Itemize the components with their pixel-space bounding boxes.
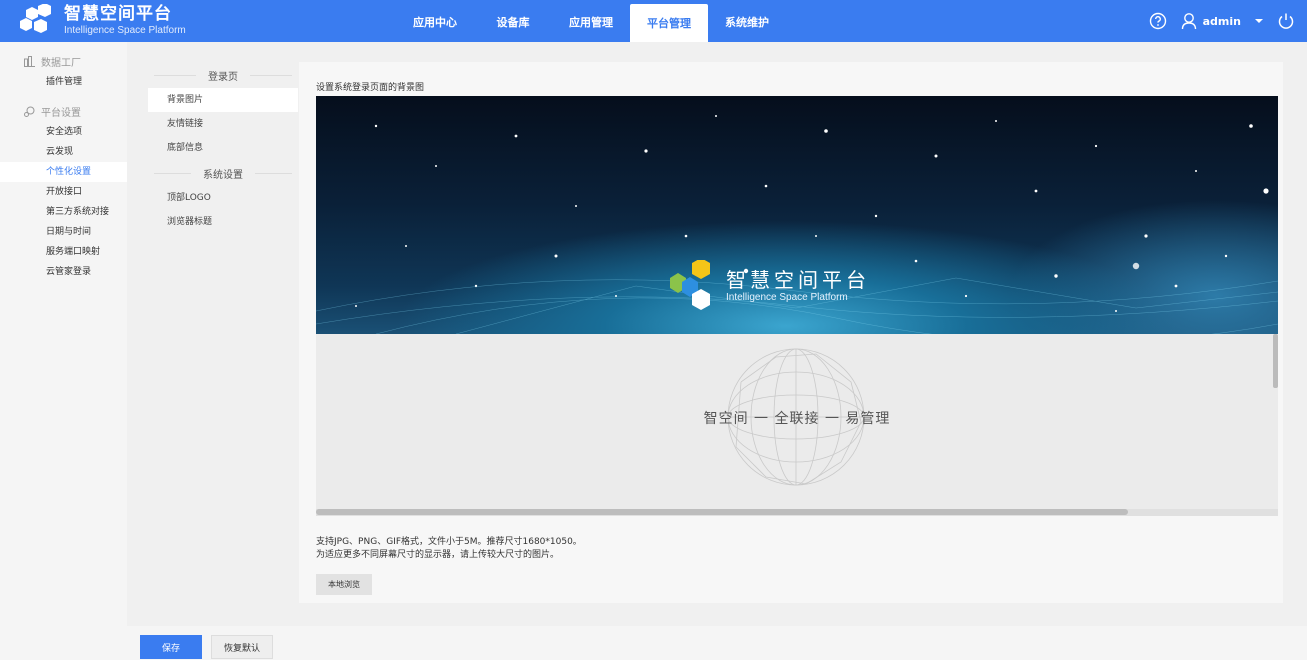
sidebar-item-personalization[interactable]: 个性化设置: [0, 162, 127, 182]
submenu-item-footer-info[interactable]: 底部信息: [148, 136, 298, 160]
main-nav: 应用中心 设备库 应用管理 平台管理 系统维护: [396, 0, 786, 42]
upload-hint-line2: 为适应更多不同屏幕尺寸的显示器，请上传较大尺寸的图片。: [316, 550, 560, 560]
nav-platform-management[interactable]: 平台管理: [630, 4, 708, 42]
help-icon[interactable]: [1149, 12, 1167, 30]
logo-icon: [20, 4, 51, 33]
caret-down-icon[interactable]: [1255, 17, 1263, 25]
sidebar-item-security-options[interactable]: 安全选项: [0, 122, 127, 142]
submenu-section-label: 系统设置: [203, 169, 243, 181]
upload-hint-line1: 支持JPG、PNG、GIF格式，文件小于5M。推荐尺寸1680*1050。: [316, 537, 582, 547]
background-preview[interactable]: 智慧空间平台 Intelligence Space Platform 智空间 一…: [316, 96, 1278, 516]
sidebar-item-open-api[interactable]: 开放接口: [0, 182, 127, 202]
nav-app-center[interactable]: 应用中心: [396, 0, 474, 42]
sidebar-group-label: 数据工厂: [41, 57, 81, 69]
reset-default-button[interactable]: 恢复默认: [211, 635, 273, 659]
sidebar-item-date-time[interactable]: 日期与时间: [0, 222, 127, 242]
banner-subtitle: Intelligence Space Platform: [726, 292, 848, 303]
submenu-item-friend-links[interactable]: 友情链接: [148, 112, 298, 136]
brand[interactable]: 智慧空间平台 Intelligence Space Platform: [18, 4, 186, 38]
preview-banner-image: 智慧空间平台 Intelligence Space Platform: [316, 96, 1278, 334]
settings-submenu: 登录页 背景图片 友情链接 底部信息 系统设置 顶部LOGO 浏览器标题: [148, 62, 298, 603]
banner-logo-icon: [670, 260, 710, 310]
upload-hint: 支持JPG、PNG、GIF格式，文件小于5M。推荐尺寸1680*1050。 为适…: [316, 536, 582, 562]
slogan-text: 智空间 一 全联接 一 易管理: [703, 411, 891, 427]
background-settings-panel: 设置系统登录页面的背景图 智慧空间平台 Intelligence Space P…: [299, 62, 1283, 603]
nav-app-management[interactable]: 应用管理: [552, 0, 630, 42]
sidebar-item-plugin-management[interactable]: 插件管理: [0, 72, 127, 92]
app-title: 智慧空间平台: [64, 4, 172, 24]
panel-title: 设置系统登录页面的背景图: [316, 83, 425, 93]
horizontal-scrollbar-track[interactable]: [316, 509, 1278, 516]
horizontal-scrollbar-thumb[interactable]: [316, 509, 1128, 515]
submenu-item-browser-title[interactable]: 浏览器标题: [148, 210, 298, 234]
save-button[interactable]: 保存: [140, 635, 202, 659]
banner-title: 智慧空间平台: [726, 268, 870, 292]
sidebar-item-port-mapping[interactable]: 服务端口映射: [0, 242, 127, 262]
sidebar-group-data-factory[interactable]: 数据工厂: [0, 50, 127, 72]
nav-system-maintenance[interactable]: 系统维护: [708, 0, 786, 42]
top-bar: 智慧空间平台 Intelligence Space Platform 应用中心 …: [0, 0, 1307, 42]
sidebar-item-cloud-login[interactable]: 云管家登录: [0, 262, 127, 282]
app-subtitle: Intelligence Space Platform: [64, 25, 186, 36]
power-icon[interactable]: [1277, 12, 1295, 30]
submenu-section-label: 登录页: [208, 71, 238, 83]
submenu-section-login-page: 登录页: [148, 62, 298, 88]
footer-actions: 保存 恢复默认: [127, 626, 1307, 660]
sidebar-group-platform-settings[interactable]: 平台设置: [0, 100, 127, 122]
sidebar-group-label: 平台设置: [41, 107, 81, 119]
username[interactable]: admin: [1203, 15, 1241, 28]
user-icon[interactable]: [1181, 12, 1197, 30]
content-area: 登录页 背景图片 友情链接 底部信息 系统设置 顶部LOGO 浏览器标题 设置系…: [127, 42, 1307, 626]
sidebar: 数据工厂 插件管理 平台设置 安全选项 云发现 个性化设置 开放接口 第三方系统…: [0, 42, 127, 660]
vertical-scrollbar[interactable]: [1273, 334, 1278, 388]
data-factory-icon: [24, 55, 35, 67]
nav-device-library[interactable]: 设备库: [474, 0, 552, 42]
submenu-item-top-logo[interactable]: 顶部LOGO: [148, 186, 298, 210]
header-actions: admin: [1149, 0, 1295, 42]
submenu-section-system-settings: 系统设置: [148, 160, 298, 186]
local-browse-button[interactable]: 本地浏览: [316, 574, 372, 595]
sidebar-item-cloud-discovery[interactable]: 云发现: [0, 142, 127, 162]
sidebar-item-third-party[interactable]: 第三方系统对接: [0, 202, 127, 222]
submenu-item-background-image[interactable]: 背景图片: [148, 88, 298, 112]
settings-icon: [24, 106, 35, 117]
